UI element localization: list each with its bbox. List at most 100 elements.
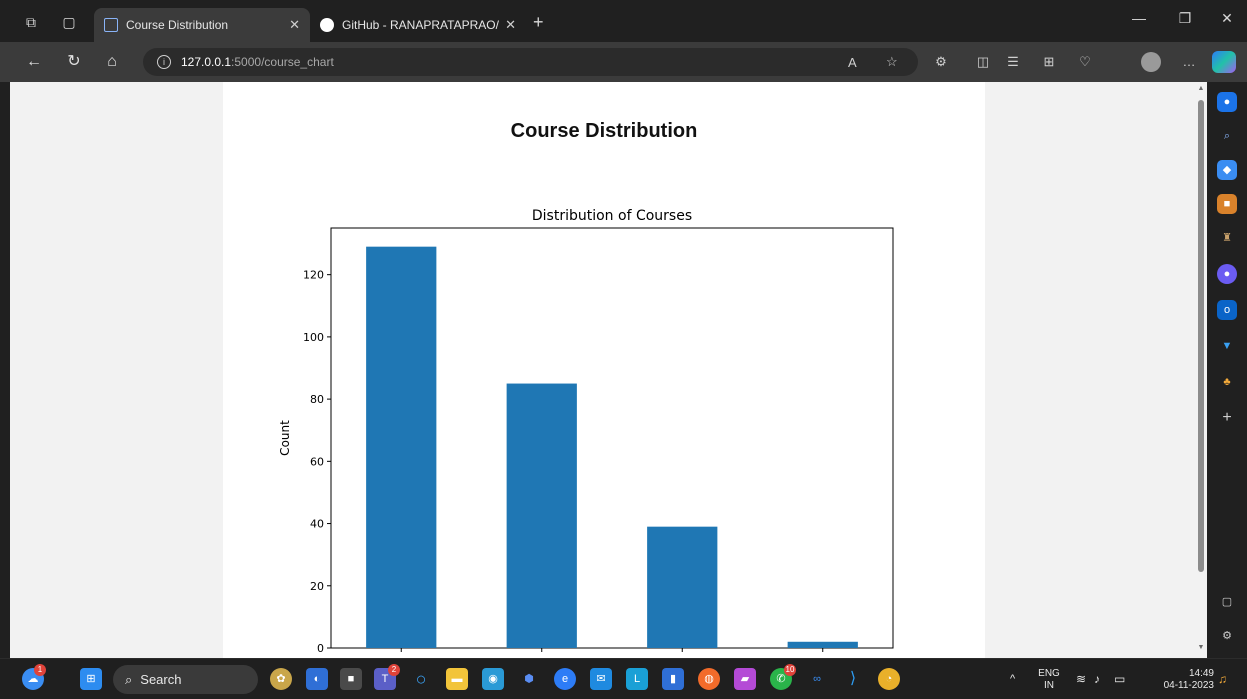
search-icon: ⌕ (125, 671, 133, 687)
app-icon[interactable]: ◐ (306, 668, 328, 690)
app-wave-icon[interactable]: ∞ (806, 668, 828, 690)
region-code: IN (1044, 680, 1054, 691)
new-tab-icon[interactable]: + (533, 12, 544, 33)
bar (366, 246, 437, 648)
bar (647, 526, 718, 648)
whatsapp-badge: 10 (784, 664, 796, 676)
scroll-down-icon[interactable]: ▼ (1197, 644, 1205, 651)
notifications-icon[interactable]: ● (1217, 92, 1237, 112)
bar-chart: Distribution of Courses Count 0 20 40 60 80 100… (278, 208, 894, 655)
cortana-icon[interactable]: ○ (410, 668, 432, 690)
y-tick-label: 40 (310, 518, 324, 531)
mail-icon[interactable]: ✉ (590, 668, 612, 690)
favorite-star-icon[interactable]: ☆ (886, 54, 898, 70)
edge-sidebar: ● ⌕ ◆ ■ ♜ ● o ▼ ♣ + ▢ ⚙ (1207, 82, 1247, 658)
app-l-icon[interactable]: L (626, 668, 648, 690)
workspaces-icon[interactable]: ⧉ (22, 13, 40, 31)
language-code: ENG (1038, 668, 1060, 679)
url-host: 127.0.0.1 (181, 55, 232, 69)
y-tick-label: 0 (317, 642, 324, 655)
edge-icon[interactable]: e (554, 668, 576, 690)
app-notes-icon[interactable]: ▮ (662, 668, 684, 690)
tab-actions-icon[interactable]: ▢ (60, 13, 78, 31)
file-explorer-icon[interactable]: ▬ (446, 668, 468, 690)
wifi-icon[interactable]: ≋ (1076, 673, 1086, 685)
more-options-icon[interactable]: … (1180, 53, 1198, 71)
vscode-icon[interactable]: ⟩ (842, 668, 864, 690)
windows-taskbar: ☁ 1 ⊞ ⌕ Search ✿ ◐ ■ T 2 ○ ▬ ◉ ⬢ e ✉ L ▮… (0, 658, 1247, 699)
app-hex-icon[interactable]: ⬢ (518, 668, 540, 690)
collections-icon[interactable]: ⊞ (1040, 53, 1058, 71)
taskbar-search[interactable]: ⌕ Search (113, 665, 258, 694)
read-aloud-icon[interactable]: A (848, 55, 857, 70)
clock-date: 04-11-2023 (1163, 680, 1214, 691)
minimize-icon[interactable]: — (1124, 10, 1154, 26)
settings-gear-icon[interactable]: ⚙ (1217, 626, 1237, 646)
tools-icon[interactable]: ■ (1217, 194, 1237, 214)
vertical-scrollbar[interactable]: ▲ ▼ (1195, 82, 1207, 658)
widgets-icon[interactable]: ✿ (270, 668, 292, 690)
tab-strip: ⧉ ▢ Course Distribution ✕ GitHub - RANAP… (0, 0, 1247, 42)
send-icon[interactable]: ▼ (1217, 336, 1237, 356)
home-icon[interactable]: ⌂ (102, 52, 122, 72)
refresh-icon[interactable]: ↻ (64, 52, 84, 72)
y-tick-label: 80 (310, 393, 324, 406)
page-body: Course Distribution Distribution of Cour… (223, 82, 985, 658)
clock[interactable]: 14:49 04-11-2023 (1150, 668, 1214, 692)
address-bar[interactable]: i 127.0.0.1:5000/course_chart (143, 48, 918, 76)
notification-badge: 1 (34, 664, 46, 676)
y-tick-label: 120 (303, 269, 324, 282)
back-icon[interactable]: ← (24, 52, 44, 72)
search-label: Search (140, 672, 182, 687)
outlook-icon[interactable]: o (1217, 300, 1237, 320)
page-viewport: Course Distribution Distribution of Cour… (10, 82, 1195, 658)
copilot-sidebar-icon[interactable]: ● (1217, 264, 1237, 284)
favorites-icon[interactable]: ☰ (1004, 53, 1022, 71)
close-window-icon[interactable]: ✕ (1212, 10, 1242, 27)
tree-icon[interactable]: ♣ (1217, 372, 1237, 392)
shopping-icon[interactable]: ◆ (1217, 160, 1237, 180)
y-tick-label: 20 (310, 580, 324, 593)
y-tick-label: 100 (303, 331, 324, 344)
teams-badge: 2 (388, 664, 400, 676)
notification-bell-icon[interactable]: ♫ (1218, 673, 1227, 685)
tab-github[interactable]: GitHub - RANAPRATAPRAO/Data ✕ (310, 8, 526, 42)
split-screen-icon[interactable]: ◫ (974, 53, 992, 71)
tab-course-distribution[interactable]: Course Distribution ✕ (94, 8, 310, 42)
windows-start-icon[interactable]: ⊞ (80, 668, 102, 690)
page-icon (104, 18, 118, 32)
tab-title: GitHub - RANAPRATAPRAO/Data (342, 18, 499, 32)
bar (506, 383, 577, 648)
profile-avatar[interactable] (1141, 52, 1161, 72)
site-info-icon[interactable]: i (157, 55, 171, 69)
battery-icon[interactable]: ▭ (1114, 673, 1125, 685)
firefox-icon[interactable]: ◍ (698, 668, 720, 690)
task-view-icon[interactable]: ■ (340, 668, 362, 690)
show-hidden-icons-icon[interactable]: ^ (1010, 673, 1015, 685)
clock-time: 14:49 (1188, 668, 1214, 679)
close-icon[interactable]: ✕ (505, 17, 516, 33)
scroll-thumb[interactable] (1198, 100, 1204, 572)
browser-essentials-icon[interactable]: ♡ (1076, 53, 1094, 71)
language-indicator[interactable]: ENG IN (1036, 668, 1062, 692)
app-film-icon[interactable]: ▰ (734, 668, 756, 690)
search-icon[interactable]: ⌕ (1217, 126, 1237, 146)
chart-title: Distribution of Courses (532, 208, 692, 224)
games-icon[interactable]: ♜ (1217, 228, 1237, 248)
y-tick-label: 60 (310, 455, 324, 468)
restore-icon[interactable]: ❐ (1170, 10, 1200, 27)
hide-sidebar-icon[interactable]: ▢ (1217, 592, 1237, 612)
tab-title: Course Distribution (126, 18, 229, 32)
scroll-up-icon[interactable]: ▲ (1197, 85, 1205, 92)
copilot-icon[interactable] (1212, 51, 1236, 73)
browser-toolbar: ← ↻ ⌂ i 127.0.0.1:5000/course_chart A ☆ … (0, 42, 1247, 82)
url-path: :5000/course_chart (231, 55, 334, 69)
extensions-icon[interactable]: ⚙ (932, 53, 950, 71)
chrome-icon[interactable]: ◔ (878, 668, 900, 690)
y-axis-label: Count (278, 420, 292, 456)
photos-icon[interactable]: ◉ (482, 668, 504, 690)
close-icon[interactable]: ✕ (289, 17, 300, 33)
github-icon (320, 18, 334, 32)
add-icon[interactable]: + (1217, 408, 1237, 428)
volume-icon[interactable]: ♪ (1094, 673, 1100, 685)
